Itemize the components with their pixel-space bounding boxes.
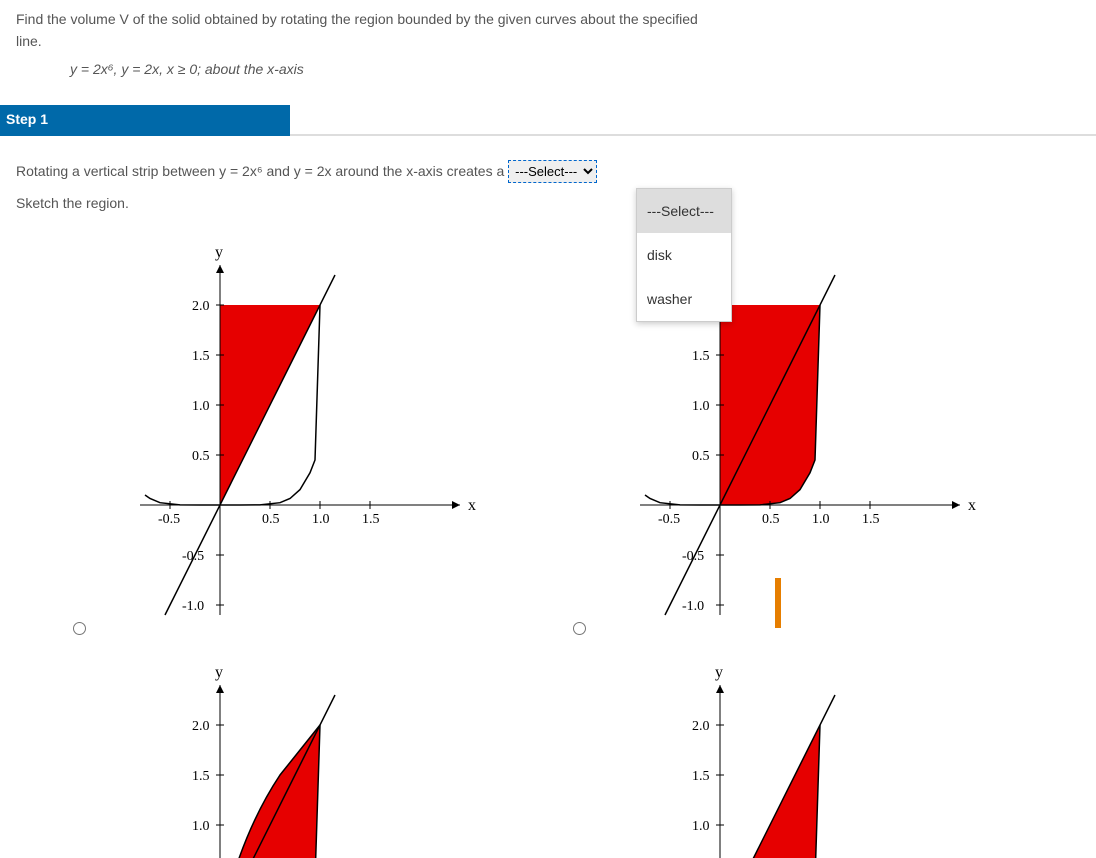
chart-b-curve-left [645,495,720,505]
dropdown-option-disk[interactable]: disk [637,233,731,277]
svg-text:1.0: 1.0 [692,399,710,414]
svg-text:2.0: 2.0 [692,719,710,734]
svg-text:2.0: 2.0 [192,299,210,314]
dropdown-option-washer[interactable]: washer [637,277,731,321]
step-header: Step 1 [0,105,290,134]
chart-option-c: 0.5 1.0 1.5 2.0 y [20,655,520,858]
equation-line: y = 2x⁶, y = 2x, x ≥ 0; about the x-axis [0,53,1096,89]
chart-d-svg: 0.5 1.0 1.5 2.0 y [580,655,1000,858]
svg-text:1.0: 1.0 [192,399,210,414]
sketch-instruction: Sketch the region. [16,195,1080,211]
svg-text:1.5: 1.5 [192,349,210,364]
problem-statement: Find the volume V of the solid obtained … [0,0,1096,53]
svg-text:-0.5: -0.5 [682,549,704,564]
prompt-line1: Find the volume V of the solid obtained … [16,11,698,27]
svg-text:0.5: 0.5 [762,512,780,527]
chart-a-svg: -0.5 0.5 1.0 1.5 -1.0 -0.5 0.5 1.0 1.5 2… [80,235,500,655]
svg-text:y: y [715,664,723,681]
svg-text:-1.0: -1.0 [182,599,204,614]
svg-text:x: x [968,497,976,514]
chart-option-a: -0.5 0.5 1.0 1.5 -1.0 -0.5 0.5 1.0 1.5 2… [20,235,520,655]
svg-text:0.5: 0.5 [192,449,210,464]
sentence-prefix: Rotating a vertical strip between y = 2x… [16,163,504,179]
svg-text:-0.5: -0.5 [182,549,204,564]
svg-text:0.5: 0.5 [262,512,280,527]
chart-d-region [720,725,820,858]
chart-a-y-arrow [216,265,224,273]
chart-a-xlabel: x [468,497,476,514]
prompt-line2: line. [16,33,42,49]
svg-text:1.5: 1.5 [192,769,210,784]
svg-text:1.0: 1.0 [812,512,830,527]
step-sentence: Rotating a vertical strip between y = 2x… [16,160,1080,183]
svg-text:-0.5: -0.5 [658,512,680,527]
svg-text:1.0: 1.0 [692,819,710,834]
svg-text:0.5: 0.5 [692,449,710,464]
chart-a-curve-left [145,495,220,505]
chart-a-x-arrow [452,501,460,509]
svg-text:-1.0: -1.0 [682,599,704,614]
chart-a-ylabel: y [215,244,223,261]
svg-text:1.0: 1.0 [192,819,210,834]
scrollbar-indicator[interactable] [775,578,781,628]
chart-grid: -0.5 0.5 1.0 1.5 -1.0 -0.5 0.5 1.0 1.5 2… [0,235,1096,858]
svg-text:-0.5: -0.5 [158,512,180,527]
svg-text:1.0: 1.0 [312,512,330,527]
step-label: Step 1 [0,111,48,127]
svg-text:2.0: 2.0 [192,719,210,734]
svg-text:1.5: 1.5 [692,349,710,364]
chart-option-b: -0.5 0.5 1.0 1.5 -1.0 -0.5 0.5 1.0 1.5 2… [520,235,1020,655]
shape-select[interactable]: ---Select--- [508,160,597,183]
svg-text:1.5: 1.5 [692,769,710,784]
chart-option-d: 0.5 1.0 1.5 2.0 y [520,655,1020,858]
svg-text:y: y [215,664,223,681]
dropdown-option-placeholder[interactable]: ---Select--- [637,189,731,233]
chart-c-svg: 0.5 1.0 1.5 2.0 y [80,655,500,858]
equation-text: y = 2x⁶, y = 2x, x ≥ 0; about the x-axis [70,61,304,77]
svg-text:1.5: 1.5 [862,512,880,527]
shape-select-dropdown[interactable]: ---Select--- disk washer [636,188,732,322]
svg-text:1.5: 1.5 [362,512,380,527]
